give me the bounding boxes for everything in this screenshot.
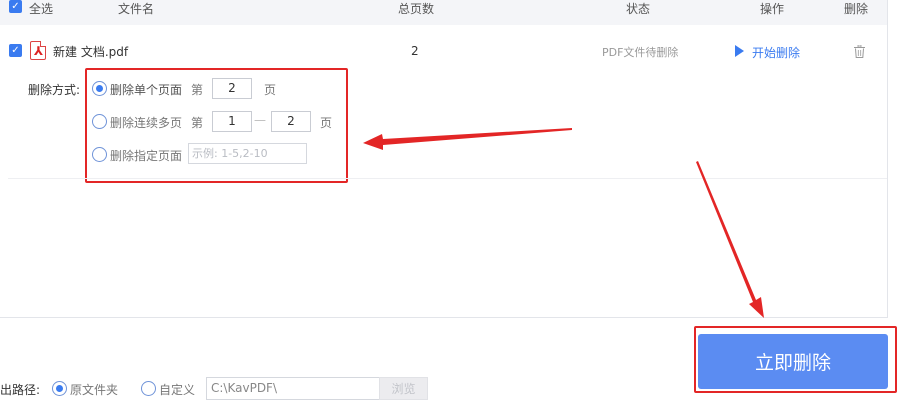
file-total-pages: 2 — [411, 44, 419, 58]
output-path-field[interactable]: C:\KavPDF\ — [206, 377, 380, 400]
output-path-label: 出路径: — [0, 383, 41, 397]
trash-icon[interactable] — [854, 45, 865, 58]
select-all-label: 全选 — [29, 2, 54, 16]
panel-border — [887, 0, 888, 318]
select-all-checkbox[interactable]: ✓ — [9, 0, 22, 13]
file-status: PDF文件待删除 — [602, 46, 679, 59]
pdf-delete-pages-window: ✓ 全选 文件名 总页数 状态 操作 删除 ✓ ⅄ 新建 文档.pdf 2 PD… — [0, 0, 912, 409]
pdf-file-icon: ⅄ — [30, 41, 46, 60]
delete-mode-label: 删除方式: — [28, 83, 81, 97]
column-action: 操作 — [760, 2, 785, 16]
browse-button[interactable]: 浏览 — [379, 377, 428, 400]
highlight-box-delete-button — [694, 326, 897, 393]
output-source-folder-label: 原文件夹 — [70, 383, 119, 397]
highlight-box-delete-mode — [85, 68, 348, 183]
start-delete-link[interactable]: 开始删除 — [752, 44, 800, 61]
column-status: 状态 — [626, 2, 651, 16]
play-icon[interactable] — [735, 45, 744, 57]
file-checkbox[interactable]: ✓ — [9, 44, 22, 57]
column-filename: 文件名 — [118, 2, 155, 16]
arrow-to-delete-button — [696, 161, 764, 318]
file-name: 新建 文档.pdf — [53, 45, 129, 59]
row-divider — [8, 178, 887, 179]
radio-output-custom[interactable] — [141, 381, 156, 396]
panel-border — [0, 317, 888, 318]
column-total-pages: 总页数 — [398, 2, 435, 16]
arrow-to-delete-mode — [363, 128, 572, 150]
radio-output-source-folder[interactable] — [52, 381, 67, 396]
column-delete: 删除 — [844, 2, 869, 16]
output-custom-label: 自定义 — [159, 383, 196, 397]
table-header: ✓ 全选 文件名 总页数 状态 操作 删除 — [0, 0, 888, 25]
